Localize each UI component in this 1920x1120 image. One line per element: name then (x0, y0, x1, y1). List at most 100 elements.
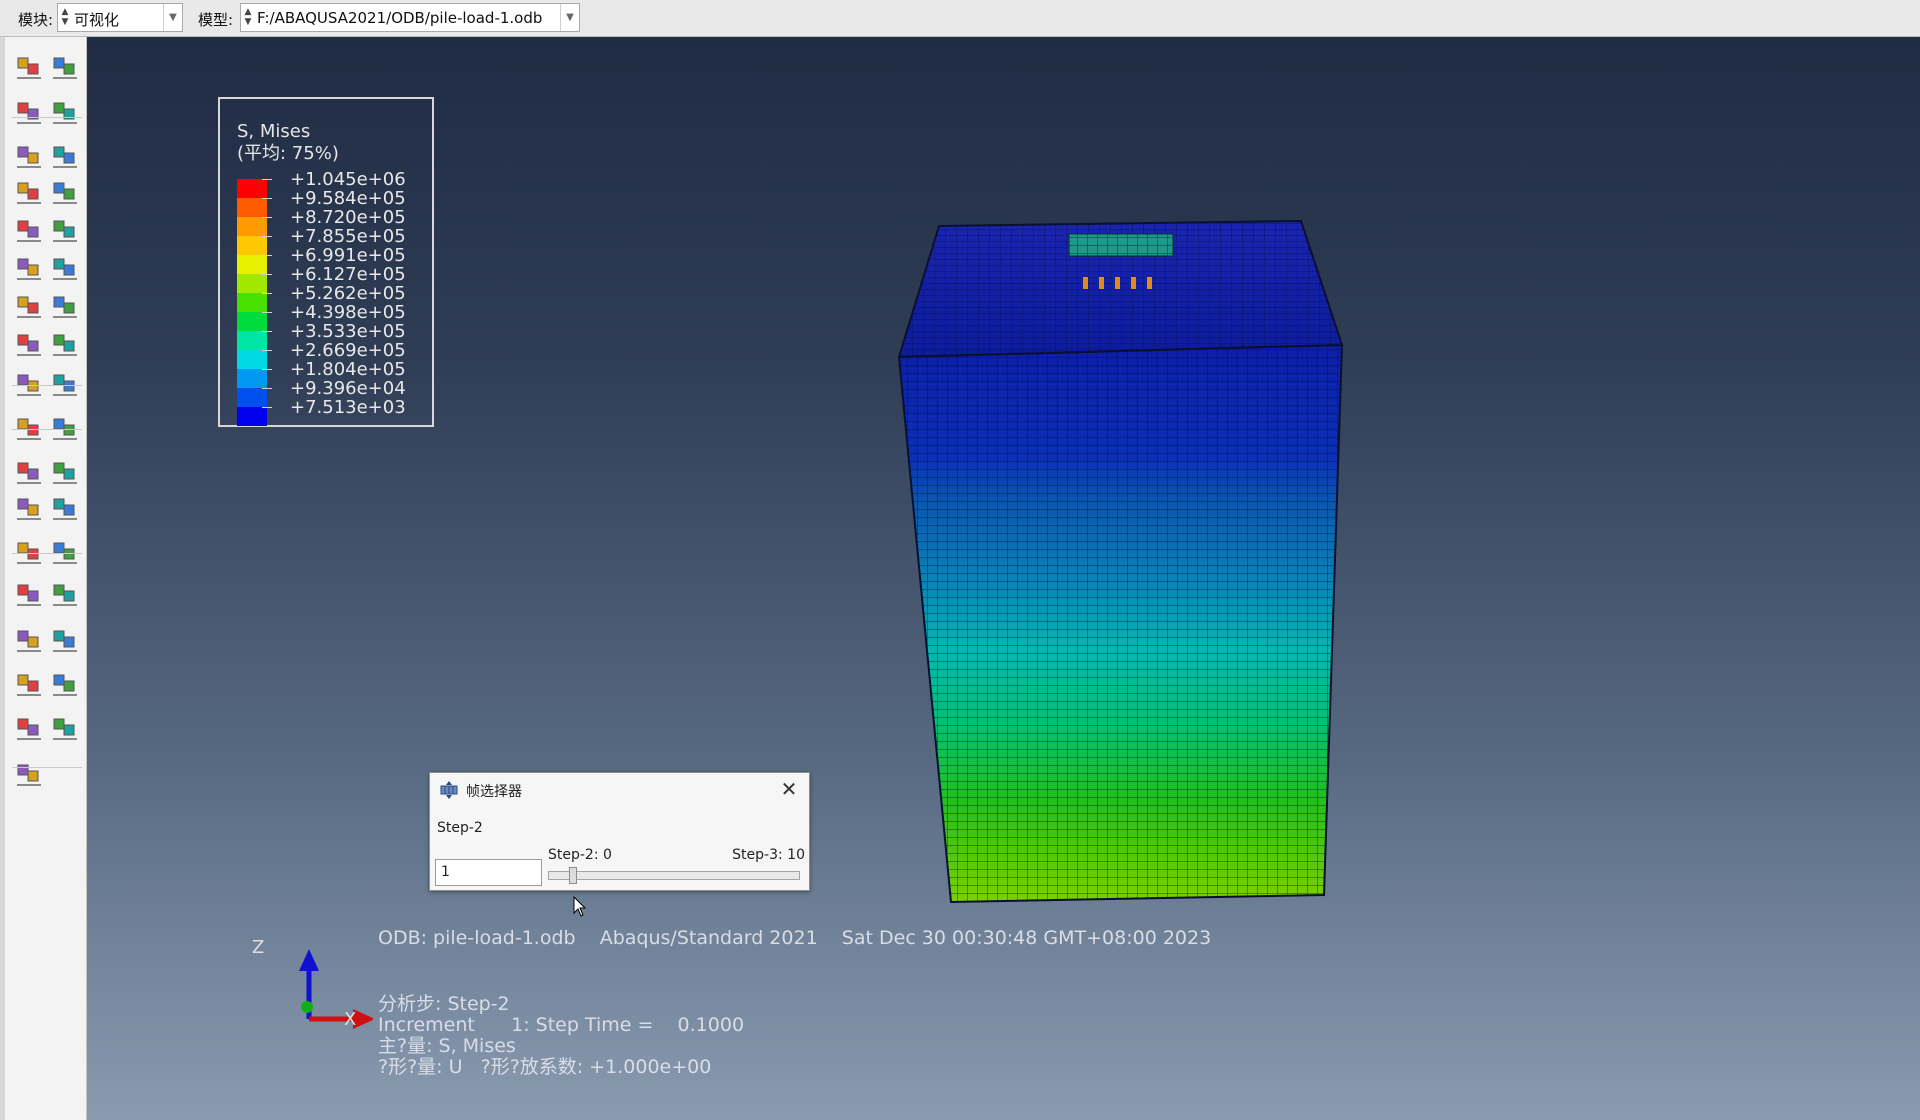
spinner-icon[interactable]: ▲ ▼ (60, 7, 70, 28)
z-axis-arrow-icon (299, 949, 319, 971)
allow-multiple-plots-icon[interactable] (50, 141, 80, 171)
legend-band (237, 236, 267, 255)
legend-band (237, 369, 267, 388)
legend-tick (262, 369, 272, 370)
symbol-options-alt-icon[interactable] (50, 215, 80, 245)
step-name: Step-2 (437, 820, 483, 836)
legend-value: +6.127e+05 (290, 264, 406, 285)
legend-tick (262, 274, 272, 275)
odb-info-line: ODB: pile-load-1.odb Abaqus/Standard 202… (378, 927, 1212, 949)
toolbox (0, 37, 87, 1120)
deformed-var-line: ?形?量: U ?形?放系数: +1.000e+00 (378, 1056, 712, 1078)
legend-tick (262, 312, 272, 313)
contour-legend[interactable]: S, Mises (平均: 75%) +1.045e+06 +9.584e+05 +… (218, 97, 434, 427)
legend-band (237, 179, 267, 198)
spinner-icon[interactable]: ▲ ▼ (243, 7, 253, 28)
frame-slider-track[interactable] (548, 871, 800, 880)
animate-scale-factor-icon[interactable] (14, 329, 44, 359)
create-field-output-icon[interactable] (14, 457, 44, 487)
animate-harmonic-icon[interactable] (14, 369, 44, 399)
module-label: 模块: (18, 11, 54, 29)
legend-tick (262, 217, 272, 218)
orientation-options-alt-icon[interactable] (50, 253, 80, 283)
frame-selector-dialog[interactable]: 帧选择器 ✕ Step-2 Step-2: 0 Step-3: 10 1 (429, 772, 810, 891)
frame-selector-icon (440, 781, 458, 799)
legend-value: +7.513e+03 (290, 397, 406, 418)
orientation-options-icon[interactable] (14, 253, 44, 283)
legend-tick (262, 407, 272, 408)
symbol-options-icon[interactable] (14, 215, 44, 245)
legend-value: +2.669e+05 (290, 340, 406, 361)
dialog-title: 帧选择器 (466, 784, 522, 800)
color-code-manager-icon[interactable] (50, 579, 80, 609)
model-label: 模型: (198, 11, 234, 29)
free-body-manager-icon[interactable] (50, 713, 80, 743)
z-axis-label: Z (252, 937, 265, 958)
toolbox-separator (12, 429, 82, 430)
common-options-alt-icon[interactable] (50, 291, 80, 321)
create-path-icon[interactable] (14, 625, 44, 655)
frame-slider-thumb[interactable] (569, 867, 578, 884)
legend-tick (262, 293, 272, 294)
primary-var-line: 主?量: S, Mises (378, 1035, 516, 1057)
legend-tick (262, 198, 272, 199)
chevron-down-icon[interactable]: ▼ (560, 4, 579, 31)
slider-max-label: Step-3: 10 (732, 847, 805, 863)
plot-undeformed-icon[interactable] (14, 52, 44, 82)
legend-value: +7.855e+05 (290, 226, 406, 247)
display-group-icon[interactable] (14, 537, 44, 567)
legend-value: +9.584e+05 (290, 188, 406, 209)
query-probe-icon[interactable] (14, 759, 44, 789)
stream-plot-icon[interactable] (14, 669, 44, 699)
graphics-viewport[interactable]: S, Mises (平均: 75%) +1.045e+06 +9.584e+05 +… (87, 37, 1920, 1120)
legend-tick (262, 179, 272, 180)
common-options-icon[interactable] (14, 291, 44, 321)
toolbox-separator (12, 117, 82, 118)
view-cut-manager-icon[interactable] (50, 413, 80, 443)
plot-deformed-icon[interactable] (50, 52, 80, 82)
free-body-cut-icon[interactable] (14, 713, 44, 743)
legend-value: +6.991e+05 (290, 245, 406, 266)
legend-title: S, Mises (平均: 75%) (237, 121, 339, 165)
legend-value: +1.804e+05 (290, 359, 406, 380)
field-output-manager-icon[interactable] (50, 457, 80, 487)
plot-contours-icon[interactable] (14, 97, 44, 127)
legend-tick (262, 236, 272, 237)
legend-band (237, 217, 267, 236)
module-combo[interactable]: ▲ ▼ 可视化 ▼ (57, 3, 183, 32)
path-manager-icon[interactable] (50, 625, 80, 655)
legend-band (237, 198, 267, 217)
model-value: F:/ABAQUSA2021/ODB/pile-load-1.odb (257, 9, 543, 27)
plot-material-orientations-icon[interactable] (14, 141, 44, 171)
legend-variable: S, Mises (237, 121, 311, 142)
color-code-icon[interactable] (14, 579, 44, 609)
stream-manager-icon[interactable] (50, 669, 80, 699)
query-distance-icon[interactable] (14, 493, 44, 523)
model-combo[interactable]: ▲ ▼ F:/ABAQUSA2021/ODB/pile-load-1.odb ▼ (240, 3, 580, 32)
legend-tick (262, 350, 272, 351)
legend-tick (262, 388, 272, 389)
legend-band (237, 312, 267, 331)
legend-tick (262, 255, 272, 256)
view-cut-icon[interactable] (14, 413, 44, 443)
legend-band (237, 407, 267, 426)
toolbox-separator (12, 385, 82, 386)
frame-input[interactable]: 1 (435, 859, 542, 886)
legend-band (237, 293, 267, 312)
display-group-manager-icon[interactable] (50, 537, 80, 567)
xy-plot-icon[interactable] (50, 493, 80, 523)
chevron-down-icon[interactable]: ▼ (163, 4, 182, 31)
plot-symbols-icon[interactable] (50, 97, 80, 127)
animation-options-icon[interactable] (50, 369, 80, 399)
toolbox-edge (0, 37, 5, 1120)
mouse-cursor-icon (573, 896, 587, 917)
animate-time-history-icon[interactable] (50, 329, 80, 359)
step-line: 分析步: Step-2 (378, 993, 510, 1015)
module-value: 可视化 (74, 11, 120, 29)
close-icon[interactable]: ✕ (779, 777, 799, 801)
contour-options-icon[interactable] (14, 177, 44, 207)
contour-options-alt-icon[interactable] (50, 177, 80, 207)
legend-value: +9.396e+04 (290, 378, 406, 399)
legend-band (237, 350, 267, 369)
toolbox-separator (12, 767, 82, 768)
